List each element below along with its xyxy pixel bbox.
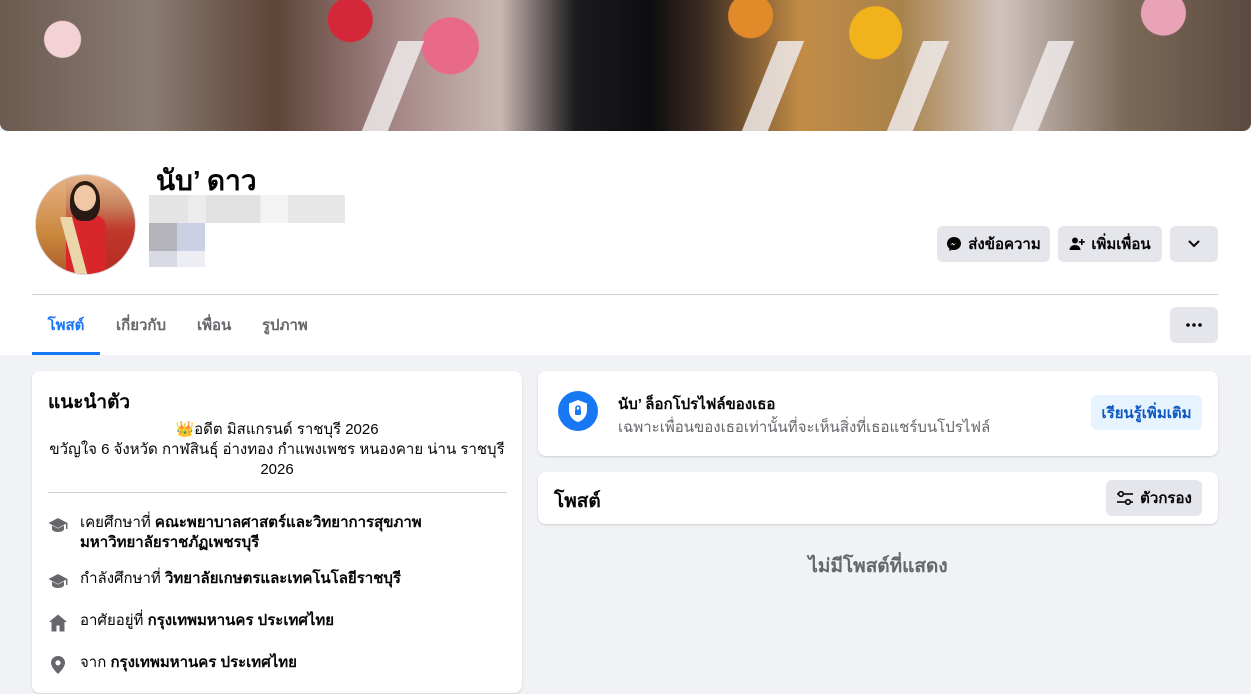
- redacted-info: [149, 195, 345, 223]
- locked-profile-subtitle: เฉพาะเพื่อนของเธอเท่านั้นที่จะเห็นสิ่งที…: [618, 419, 991, 436]
- locked-profile-card: นับ’ ล็อกโปรไฟล์ของเธอ เฉพาะเพื่อนของเธอ…: [538, 371, 1218, 456]
- send-message-label: ส่งข้อความ: [968, 236, 1041, 253]
- detail-value[interactable]: วิทยาลัยเกษตรและเทคโนโลยีราชบุรี: [165, 570, 401, 587]
- detail-value[interactable]: กรุงเทพมหานคร ประเทศไทย: [110, 654, 296, 671]
- detail-value[interactable]: กรุงเทพมหานคร ประเทศไทย: [148, 612, 334, 629]
- add-friend-button[interactable]: เพิ่มเพื่อน: [1058, 226, 1162, 262]
- filter-button[interactable]: ตัวกรอง: [1106, 480, 1202, 516]
- detail-education-past: เคยศึกษาที่ คณะพยาบาลศาสตร์และวิทยาการสุ…: [48, 513, 506, 553]
- graduation-cap-icon: [48, 515, 68, 535]
- detail-prefix: จาก: [80, 654, 111, 671]
- add-friend-label: เพิ่มเพื่อน: [1091, 236, 1151, 253]
- location-pin-icon: [48, 655, 68, 675]
- profile-header: นับ’ ดาว ส่งข้อความ เพิ่มเพื่อน โพสต์ เก…: [0, 131, 1251, 355]
- send-message-button[interactable]: ส่งข้อความ: [937, 226, 1050, 262]
- chevron-down-icon: [1187, 237, 1201, 251]
- cover-sash: [741, 41, 805, 131]
- ellipsis-icon: [1186, 323, 1202, 327]
- detail-text: จาก กรุงเทพมหานคร ประเทศไทย: [80, 653, 297, 673]
- tab-about[interactable]: เกี่ยวกับ: [116, 294, 166, 355]
- detail-from: จาก กรุงเทพมหานคร ประเทศไทย: [48, 653, 506, 675]
- detail-text: อาศัยอยู่ที่ กรุงเทพมหานคร ประเทศไทย: [80, 611, 334, 631]
- no-posts-message: ไม่มีโพสต์ที่แสดง: [808, 556, 948, 577]
- bio-line: 👑อดีต มิสแกรนด์ ราชบุรี 2026: [175, 421, 379, 438]
- more-actions-button[interactable]: [1170, 226, 1218, 262]
- shield-lock-icon: [558, 391, 598, 431]
- cover-sash: [886, 41, 950, 131]
- detail-prefix: กำลังศึกษาที่: [80, 570, 165, 587]
- locked-profile-title: นับ’ ล็อกโปรไฟล์ของเธอ: [618, 396, 776, 413]
- tab-friends[interactable]: เพื่อน: [197, 294, 231, 355]
- redacted-info: [149, 223, 205, 251]
- tab-photos[interactable]: รูปภาพ: [262, 294, 308, 355]
- messenger-icon: [946, 236, 962, 252]
- filter-label: ตัวกรอง: [1140, 490, 1192, 507]
- cover-sash: [361, 41, 425, 131]
- detail-prefix: เคยศึกษาที่: [80, 514, 155, 531]
- detail-text: เคยศึกษาที่ คณะพยาบาลศาสตร์และวิทยาการสุ…: [80, 513, 506, 553]
- cover-photo[interactable]: [0, 0, 1251, 131]
- profile-avatar[interactable]: [35, 174, 136, 275]
- redacted-info: [149, 251, 205, 267]
- bio-line: ขวัญใจ 6 จังหวัด กาฬสินธุ์ อ่างทอง กำแพง…: [49, 441, 505, 478]
- avatar-face: [74, 185, 96, 211]
- tab-posts[interactable]: โพสต์: [32, 294, 100, 355]
- intro-title: แนะนำตัว: [48, 392, 131, 413]
- tabs-more-button[interactable]: [1170, 307, 1218, 343]
- add-person-icon: [1069, 236, 1086, 252]
- intro-card: แนะนำตัว 👑อดีต มิสแกรนด์ ราชบุรี 2026 ขว…: [32, 371, 522, 693]
- posts-title: โพสต์: [554, 491, 601, 512]
- detail-text: กำลังศึกษาที่ วิทยาลัยเกษตรและเทคโนโลยีร…: [80, 569, 401, 589]
- detail-lives-in: อาศัยอยู่ที่ กรุงเทพมหานคร ประเทศไทย: [48, 611, 506, 633]
- cover-sash: [1011, 41, 1075, 131]
- graduation-cap-icon: [48, 571, 68, 591]
- learn-more-button[interactable]: เรียนรู้เพิ่มเติม: [1091, 395, 1202, 430]
- sliders-icon: [1116, 490, 1134, 506]
- intro-divider: [48, 492, 507, 493]
- detail-prefix: อาศัยอยู่ที่: [80, 612, 148, 629]
- detail-education-current: กำลังศึกษาที่ วิทยาลัยเกษตรและเทคโนโลยีร…: [48, 569, 506, 591]
- posts-header-card: โพสต์ ตัวกรอง: [538, 472, 1218, 524]
- bio-text: 👑อดีต มิสแกรนด์ ราชบุรี 2026 ขวัญใจ 6 จั…: [48, 420, 506, 480]
- home-icon: [48, 613, 68, 633]
